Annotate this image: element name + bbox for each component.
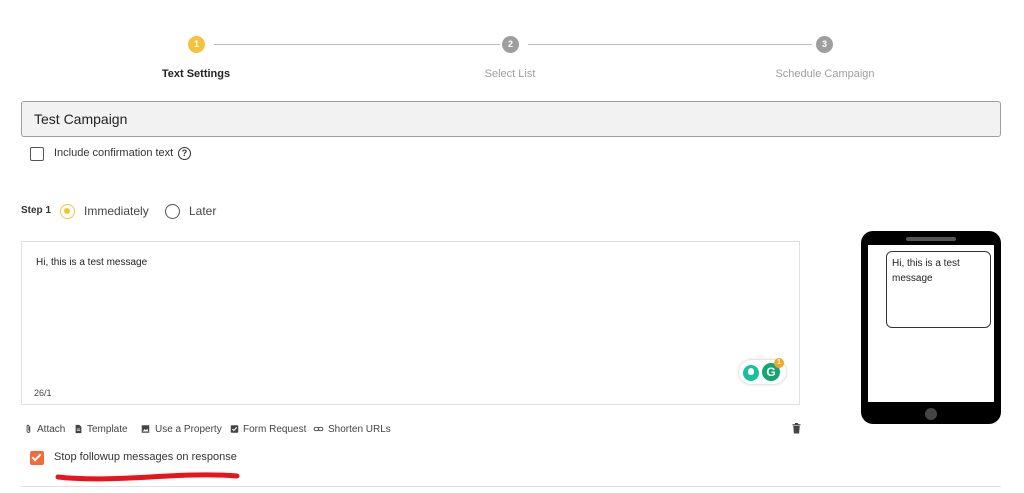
- step-2-label[interactable]: Select List: [485, 68, 536, 80]
- use-a-property-label: Use a Property: [155, 423, 222, 435]
- attach-button[interactable]: Attach: [24, 423, 65, 435]
- phone-screen: Hi, this is a test message: [868, 245, 994, 402]
- section-divider: [21, 486, 1001, 487]
- step-1-label[interactable]: Text Settings: [162, 68, 230, 80]
- phone-preview: Hi, this is a test message: [861, 231, 1001, 424]
- step-1-indicator[interactable]: 1: [188, 36, 205, 53]
- stepper-connector: [528, 44, 812, 45]
- attach-label: Attach: [37, 423, 66, 435]
- document-icon: [75, 424, 82, 434]
- preview-message-bubble: Hi, this is a test message: [886, 251, 991, 328]
- link-icon: [313, 426, 324, 432]
- shorten-urls-label: Shorten URLs: [328, 423, 391, 435]
- template-button[interactable]: Template: [74, 423, 128, 435]
- character-count: 26/1: [34, 388, 52, 398]
- step-3-label[interactable]: Schedule Campaign: [775, 68, 874, 80]
- step-2-indicator[interactable]: 2: [502, 36, 519, 53]
- include-confirmation-checkbox[interactable]: [30, 147, 44, 161]
- template-label: Template: [87, 423, 128, 435]
- trash-icon[interactable]: [792, 423, 801, 434]
- grammarly-count-badge: 1: [774, 358, 784, 368]
- radio-later[interactable]: [165, 204, 180, 219]
- form-request-button[interactable]: Form Request: [230, 423, 306, 435]
- radio-later-label: Later: [189, 204, 217, 218]
- image-icon: [141, 425, 150, 433]
- stepper-connector: [214, 44, 500, 45]
- shorten-urls-button[interactable]: Shorten URLs: [313, 423, 391, 435]
- phone-speaker: [906, 237, 956, 241]
- form-request-label: Form Request: [243, 423, 307, 435]
- stop-followup-label: Stop followup messages on response: [54, 451, 237, 463]
- message-textarea[interactable]: Hi, this is a test message G 1 26/1: [21, 241, 800, 405]
- radio-immediately[interactable]: [60, 204, 75, 219]
- radio-immediately-label: Immediately: [84, 204, 149, 218]
- help-icon[interactable]: ?: [178, 147, 191, 160]
- message-text: Hi, this is a test message: [36, 257, 148, 268]
- lightbulb-icon[interactable]: [743, 365, 759, 381]
- step1-label: Step 1: [21, 205, 52, 216]
- phone-home-button: [925, 408, 937, 420]
- checkbox-icon: [230, 425, 239, 433]
- step-3-indicator[interactable]: 3: [816, 36, 833, 53]
- stop-followup-checkbox[interactable]: [30, 451, 44, 465]
- include-confirmation-label: Include confirmation text: [54, 147, 174, 159]
- checkmark-icon: [31, 451, 42, 462]
- campaign-stepper: 1 2 3 Text Settings Select List Schedule…: [0, 0, 1024, 90]
- use-a-property-button[interactable]: Use a Property: [140, 423, 222, 435]
- red-annotation-underline: [55, 472, 240, 482]
- paperclip-icon: [26, 424, 31, 433]
- campaign-title-input[interactable]: [21, 101, 1001, 137]
